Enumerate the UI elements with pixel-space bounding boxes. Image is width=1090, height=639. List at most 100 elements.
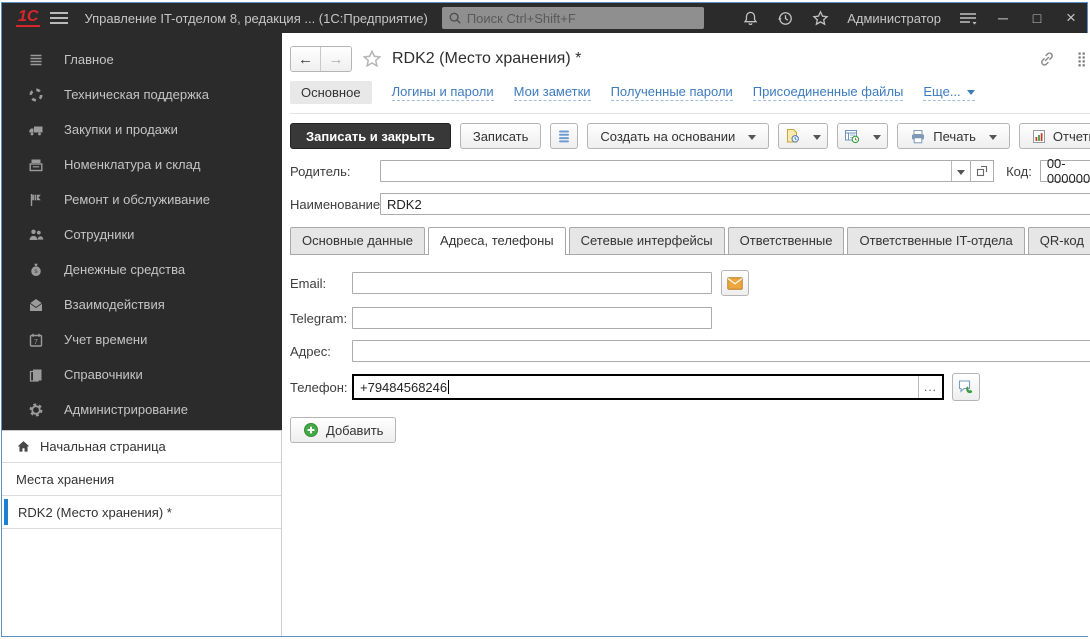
sidebar-item-label: Техническая поддержка <box>64 87 209 102</box>
favorites-star-icon[interactable] <box>812 10 829 27</box>
titlebar: 1С Управление IT-отделом 8, редакция ...… <box>2 3 1087 33</box>
history-nav-group: ← → <box>290 46 352 72</box>
sidebar-item-label: Учет времени <box>64 332 147 347</box>
link-icon[interactable] <box>1038 50 1056 68</box>
print-button[interactable]: Печать <box>897 123 1010 149</box>
notifications-bell-icon[interactable] <box>742 10 759 27</box>
add-button[interactable]: Добавить <box>290 417 396 443</box>
name-label: Наименование: <box>290 197 380 212</box>
books-icon <box>28 367 44 383</box>
sidebar-item-tech-support[interactable]: Техническая поддержка <box>2 77 282 112</box>
sidebar-item-label: Главное <box>64 52 114 67</box>
sidebar-item-purchases-sales[interactable]: Закупки и продажи <box>2 112 282 147</box>
phone-select-button[interactable]: ... <box>918 376 942 398</box>
create-based-on-label: Создать на основании <box>600 129 735 144</box>
name-input[interactable]: RDK2 <box>380 193 1090 215</box>
parent-open-button[interactable] <box>971 160 994 182</box>
main-menu-icon[interactable] <box>50 12 68 24</box>
chevron-down-icon <box>813 135 821 144</box>
email-input[interactable] <box>352 272 712 294</box>
sidebar-item-administration[interactable]: Администрирование <box>2 392 282 427</box>
sidebar-item-label: Номенклатура и склад <box>64 157 200 172</box>
structure-button[interactable] <box>550 123 578 149</box>
nav-link-logins-passwords[interactable]: Логины и пароли <box>392 84 494 101</box>
sidebar-item-rdk2-window[interactable]: RDK2 (Место хранения) * <box>2 496 281 529</box>
document-clock-icon <box>785 128 800 144</box>
envelope-icon <box>727 277 743 290</box>
code-value: 00-00000030 <box>1047 156 1090 186</box>
home-icon <box>16 439 31 454</box>
reports-button[interactable]: Отчеты <box>1019 123 1090 149</box>
save-button[interactable]: Записать <box>460 123 542 149</box>
back-button[interactable]: ← <box>291 47 321 71</box>
people-icon <box>28 227 44 243</box>
nav-link-more[interactable]: Еще... <box>923 84 974 101</box>
sidebar-item-repair-service[interactable]: Ремонт и обслуживание <box>2 182 282 217</box>
forward-button[interactable]: → <box>321 47 351 71</box>
schedule-dropdown-button[interactable] <box>837 123 888 149</box>
address-input[interactable]: ... <box>352 340 1090 362</box>
parent-dropdown-button[interactable] <box>951 161 970 181</box>
nav-link-my-notes[interactable]: Мои заметки <box>514 84 591 101</box>
mail-icon <box>28 297 44 313</box>
nav-link-attached-files[interactable]: Присоединенные файлы <box>753 84 904 101</box>
calendar-icon: 7 <box>28 332 44 348</box>
service-menu-icon[interactable] <box>959 11 977 26</box>
call-phone-button[interactable] <box>952 373 980 401</box>
sidebar-item-interactions[interactable]: Взаимодействия <box>2 287 282 322</box>
favorite-star-icon[interactable] <box>362 49 382 69</box>
create-based-on-button[interactable]: Создать на основании <box>587 123 769 149</box>
app-window: 1С Управление IT-отделом 8, редакция ...… <box>1 2 1088 637</box>
minimize-button[interactable]: ─ <box>995 10 1011 26</box>
sidebar-sections: Главное Техническая поддержка Закупки и … <box>2 33 282 430</box>
phone-value: +79484568246 <box>360 380 447 395</box>
sidebar-item-employees[interactable]: Сотрудники <box>2 217 282 252</box>
report-chart-icon <box>1032 129 1046 144</box>
plus-circle-icon <box>303 422 319 438</box>
printer-icon <box>910 129 926 144</box>
current-user[interactable]: Администратор <box>847 11 941 26</box>
sidebar-item-glavnoe[interactable]: Главное <box>2 42 282 77</box>
tab-network-interfaces[interactable]: Сетевые интерфейсы <box>569 227 725 254</box>
more-label: Еще... <box>923 84 960 99</box>
sidebar-item-label: Сотрудники <box>64 227 134 242</box>
reports-label: Отчеты <box>1053 129 1090 144</box>
save-and-close-button[interactable]: Записать и закрыть <box>290 123 451 149</box>
global-search-input[interactable]: Поиск Ctrl+Shift+F <box>442 7 704 29</box>
history-icon[interactable] <box>777 10 794 27</box>
sidebar-item-directories[interactable]: Справочники <box>2 357 282 392</box>
tab-addresses-phones[interactable]: Адреса, телефоны <box>428 227 566 254</box>
sidebar-item-money[interactable]: s Денежные средства <box>2 252 282 287</box>
maximize-button[interactable]: □ <box>1029 10 1045 26</box>
telegram-input[interactable] <box>352 307 712 329</box>
sidebar-item-label: Справочники <box>64 367 143 382</box>
sidebar-item-label: Администрирование <box>64 402 188 417</box>
code-input[interactable]: 00-00000030 <box>1040 160 1090 182</box>
sidebar-item-storage-places[interactable]: Места хранения <box>2 463 281 496</box>
send-email-button[interactable] <box>721 270 749 296</box>
tab-responsible-it[interactable]: Ответственные IT-отдела <box>847 227 1024 254</box>
sidebar-item-nomenclature-warehouse[interactable]: Номенклатура и склад <box>2 147 282 182</box>
warehouse-icon <box>28 157 44 173</box>
parent-input[interactable] <box>380 160 971 182</box>
tab-responsible[interactable]: Ответственные <box>728 227 845 254</box>
form-area: ← → RDK2 (Место хранения) * × Основное Л… <box>282 33 1090 636</box>
nav-link-osnovnoe[interactable]: Основное <box>290 81 372 104</box>
chevron-down-icon <box>873 135 881 144</box>
more-menu-icon[interactable] <box>1078 52 1086 67</box>
sidebar-item-label: Закупки и продажи <box>64 122 178 137</box>
list-bars-icon <box>557 129 571 143</box>
sidebar-item-time-tracking[interactable]: 7 Учет времени <box>2 322 282 357</box>
lifebuoy-icon <box>28 87 44 103</box>
sidebar-item-label: Взаимодействия <box>64 297 165 312</box>
tasks-dropdown-button[interactable] <box>778 123 828 149</box>
nav-link-received-passwords[interactable]: Полученные пароли <box>611 84 733 101</box>
form-toolbar: Записать и закрыть Записать Создать на о… <box>290 123 1090 149</box>
tab-qr-code[interactable]: QR-код <box>1028 227 1090 254</box>
sidebar-item-home-page[interactable]: Начальная страница <box>2 430 281 463</box>
close-window-button[interactable]: × <box>1063 8 1079 28</box>
tab-main-data[interactable]: Основные данные <box>290 227 425 254</box>
phone-input[interactable]: +79484568246 ... <box>352 374 944 400</box>
form-tabs: Основные данные Адреса, телефоны Сетевые… <box>290 227 1090 255</box>
chevron-down-icon <box>748 135 756 144</box>
